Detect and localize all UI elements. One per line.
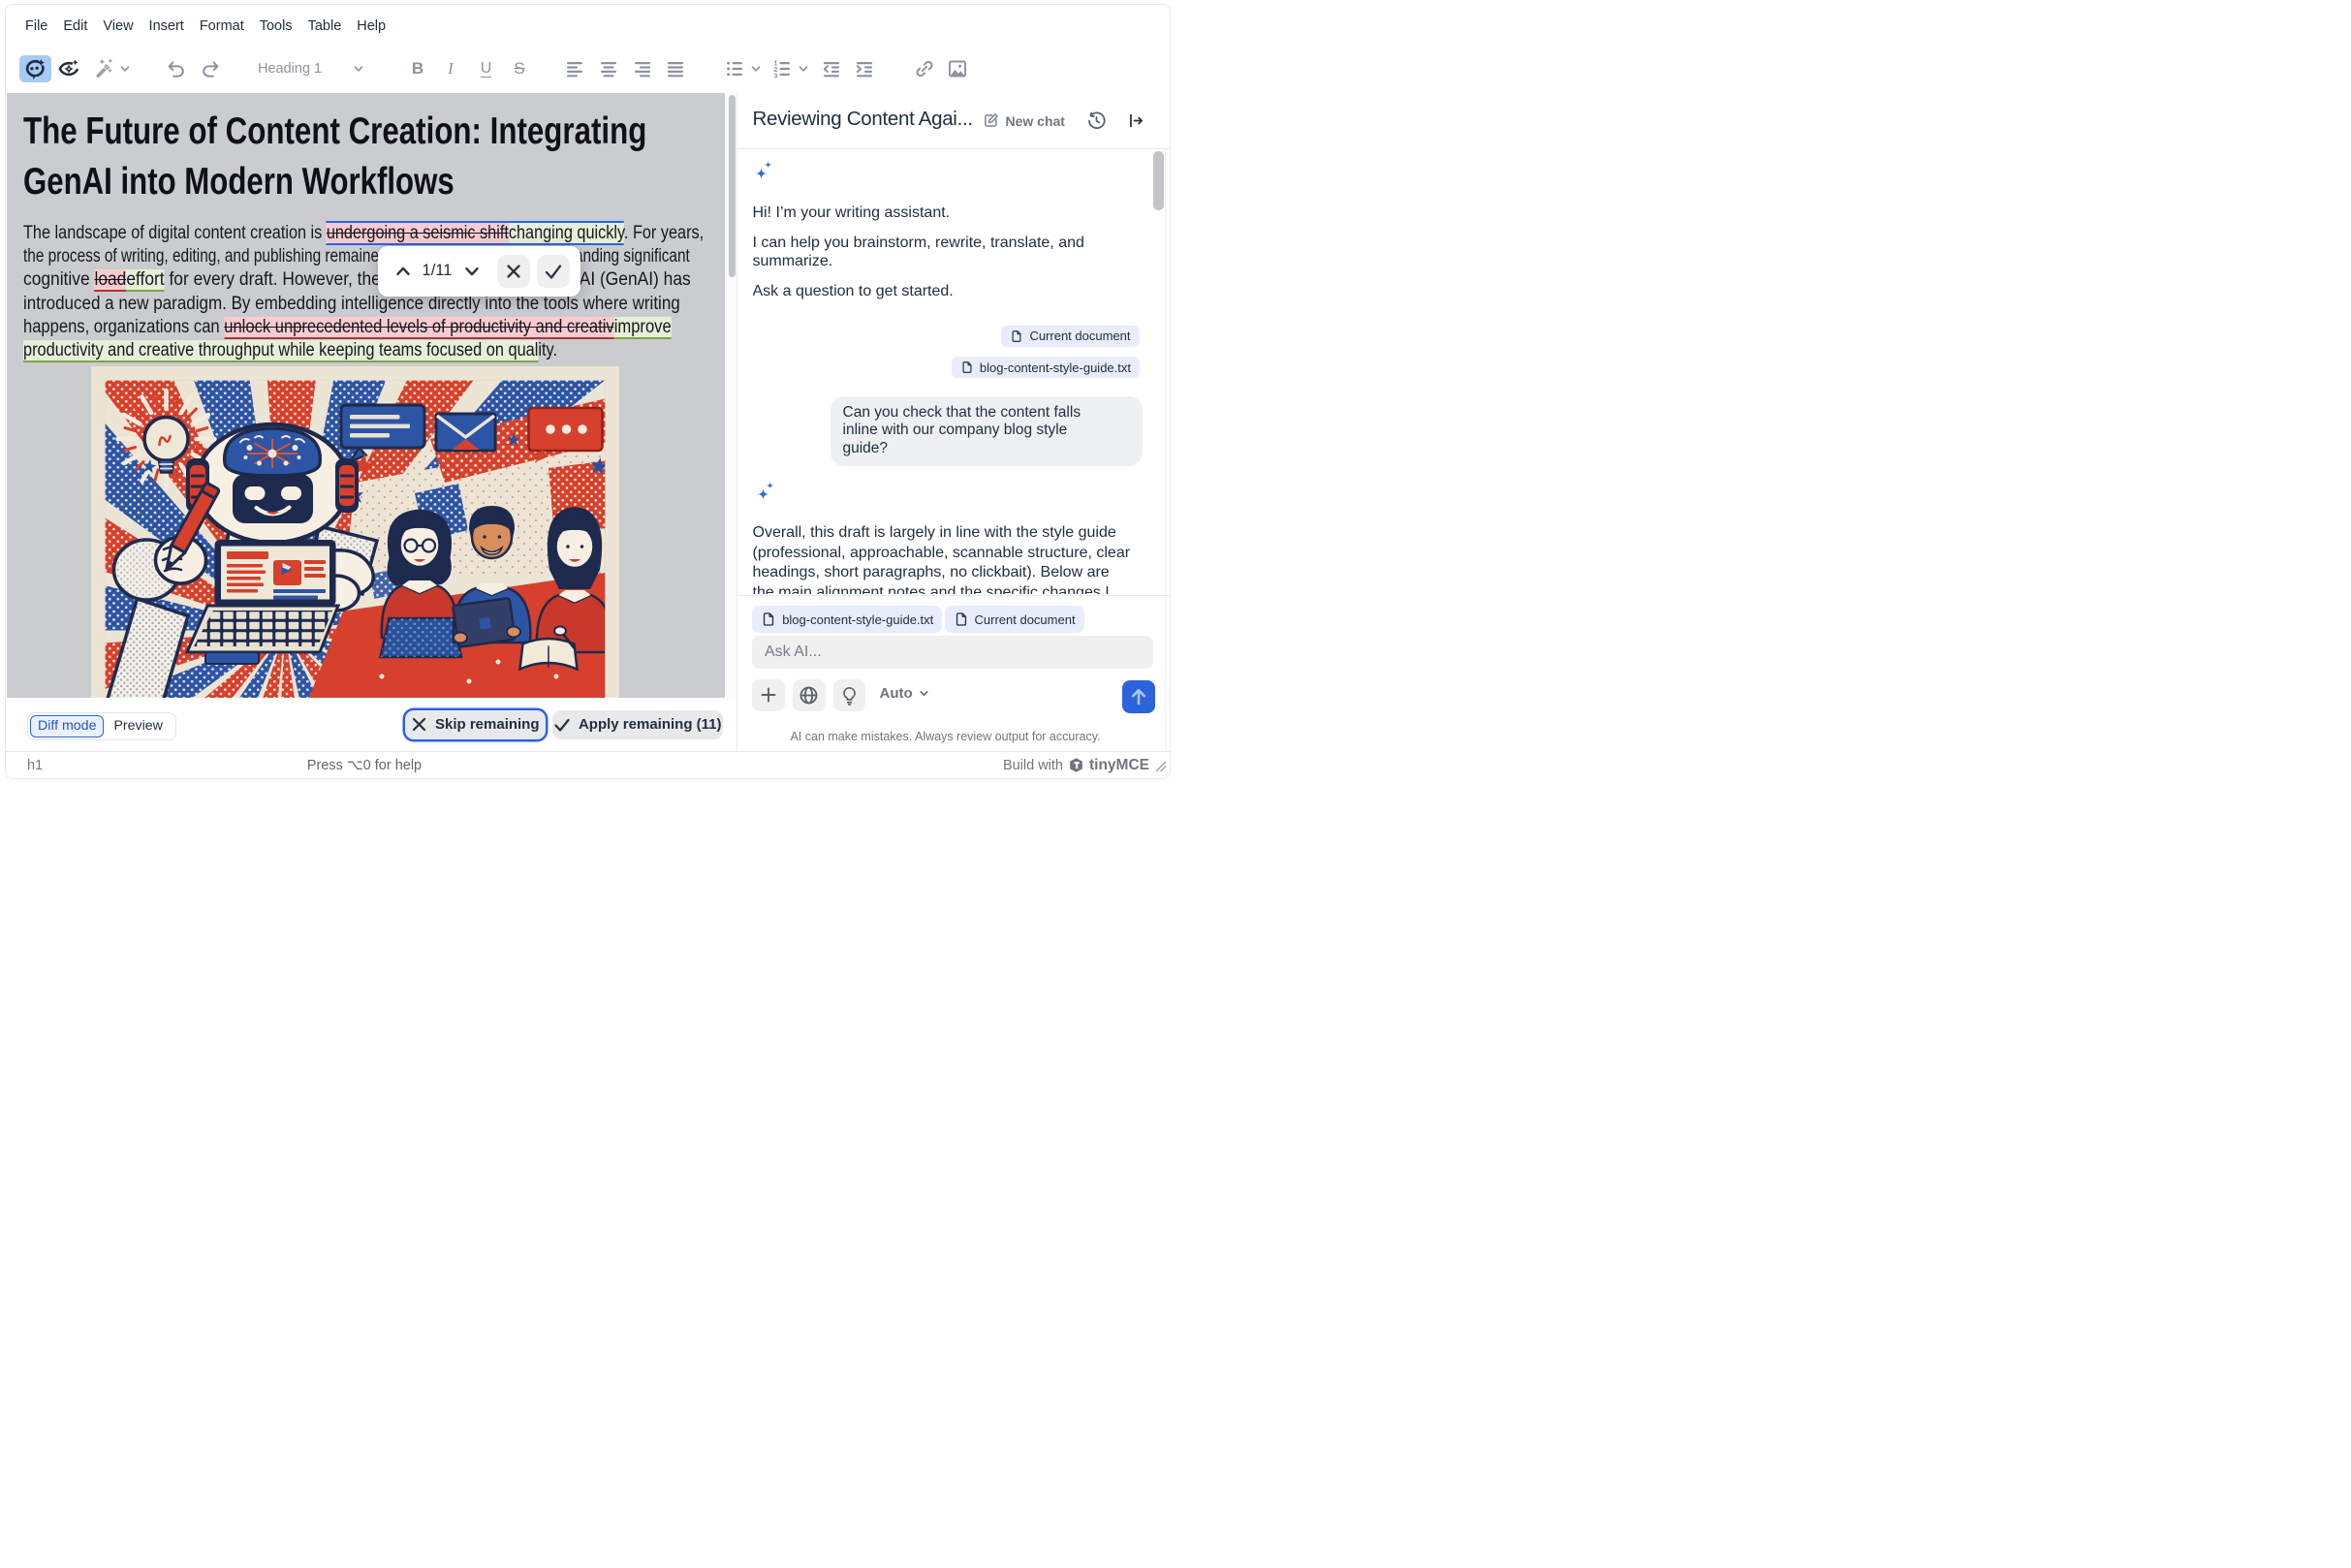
svg-text:3: 3: [773, 72, 777, 80]
